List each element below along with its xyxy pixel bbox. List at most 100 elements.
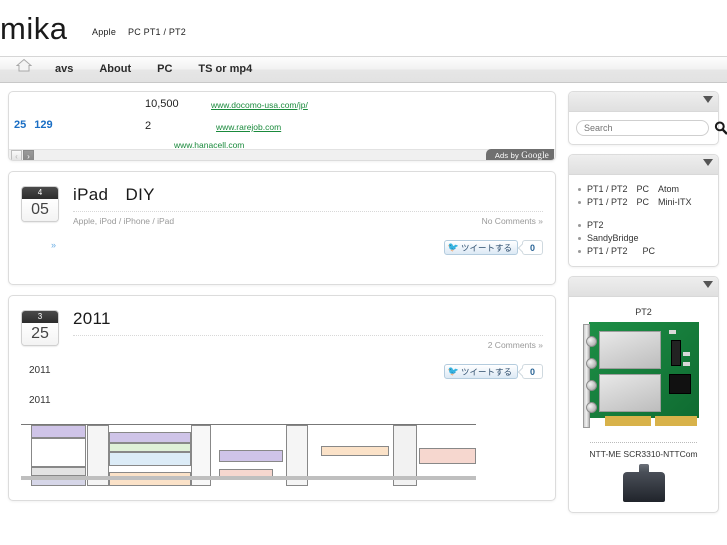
ad-prev-button[interactable]: ‹ xyxy=(11,150,22,160)
main-navigation: avs About PC TS or mp4 xyxy=(0,56,727,83)
list-item[interactable]: PT1 / PT2 PC Atom xyxy=(576,183,711,196)
tweet-widget: 🐦 ツイートする 0 xyxy=(443,364,543,379)
product-name: PT2 xyxy=(635,307,652,317)
ad-price-secondary: 2 xyxy=(145,120,152,132)
post-body: 🐦 ツイートする 0 2011 2011 xyxy=(21,364,543,486)
site-title[interactable]: mika xyxy=(0,12,67,46)
list-item-label: PC xyxy=(636,184,650,194)
post-heading-block: 2011 2 Comments » xyxy=(73,308,543,350)
reader-body xyxy=(622,472,665,502)
google-wordmark: Google xyxy=(521,150,549,160)
pci-gold-fingers xyxy=(604,416,651,426)
post-categories[interactable]: Apple, iPod / iPhone / iPad xyxy=(73,216,174,226)
ad-number-2: 129 xyxy=(34,119,53,131)
ad-pager: ‹ › xyxy=(11,150,34,160)
list-item-label: Atom xyxy=(658,184,680,194)
tweet-count[interactable]: 0 xyxy=(521,364,543,379)
sidebar: PT1 / PT2PCAtom PT1 / PT2PCMini-ITX PT2 … xyxy=(568,91,727,522)
coax-connector xyxy=(585,402,597,413)
widget-header[interactable] xyxy=(569,155,718,175)
list-item-label: PT1 / PT2 xyxy=(587,184,628,194)
site-tagline: Apple PC PT1 / PT2 xyxy=(92,27,198,37)
list-item-label: SandyBridge xyxy=(587,233,639,243)
list-spacer xyxy=(576,209,711,219)
fpga-chip xyxy=(668,374,691,394)
post-title[interactable]: iPad DIY xyxy=(73,184,543,212)
chevron-down-icon[interactable] xyxy=(703,281,713,288)
main-content: 10,500 2 25 129 www.docomo-usa.com/jp/ ww… xyxy=(8,91,556,522)
ads-by-text: Ads by xyxy=(494,151,519,160)
tweet-count[interactable]: 0 xyxy=(521,240,543,255)
memory-chip xyxy=(670,340,681,366)
post-heading-block: iPad DIY Apple, iPod / iPhone / iPad No … xyxy=(73,184,543,226)
tuner-shield xyxy=(598,374,661,412)
post-article: 4 05 iPad DIY Apple, iPod / iPhone / iPa… xyxy=(8,171,556,285)
post-date-badge: 4 05 xyxy=(21,186,59,222)
product-name: NTT-ME SCR3310-NTTCom xyxy=(589,449,698,459)
widget-header[interactable] xyxy=(569,92,718,112)
spreadsheet-thumbnail-image[interactable] xyxy=(21,424,476,486)
tagline-segment-1: Apple xyxy=(92,27,117,37)
post-date-day: 25 xyxy=(22,323,58,345)
pci-tuner-card-image[interactable] xyxy=(582,322,705,434)
post-date-day: 05 xyxy=(22,199,58,221)
coax-connector xyxy=(585,358,597,369)
post-date-badge: 3 25 xyxy=(21,310,59,346)
list-item-label: PC xyxy=(636,197,650,207)
post-paragraph: 2011 xyxy=(29,395,51,406)
product-item[interactable]: NTT-ME SCR3310-NTTCom xyxy=(576,449,711,504)
post-meta: 2 Comments » xyxy=(73,336,543,350)
tweet-button[interactable]: 🐦 ツイートする xyxy=(443,240,518,255)
search-input[interactable] xyxy=(576,120,709,136)
nav-item-avs[interactable]: avs xyxy=(42,57,86,82)
list-item[interactable]: PT2 xyxy=(576,219,711,232)
list-item[interactable]: PT1 / PT2 PC xyxy=(576,245,711,258)
post-comments-link[interactable]: 2 Comments » xyxy=(488,340,543,350)
card-reader-image[interactable] xyxy=(589,464,699,504)
widget-header[interactable] xyxy=(569,277,718,297)
post-body: 🐦 ツイートする 0 » xyxy=(21,240,543,270)
search-row xyxy=(576,120,727,136)
nav-item-pc[interactable]: PC xyxy=(144,57,185,82)
list-item[interactable]: SandyBridge xyxy=(576,232,711,245)
tuner-shield xyxy=(598,331,661,369)
twitter-bird-icon: 🐦 xyxy=(447,242,459,252)
ad-next-button[interactable]: › xyxy=(23,150,34,160)
twitter-bird-icon: 🐦 xyxy=(447,366,459,376)
chevron-down-icon[interactable] xyxy=(703,96,713,103)
list-item[interactable]: PT1 / PT2 PC Mini-ITX xyxy=(576,196,711,209)
coax-connector xyxy=(585,380,597,391)
post-comments-link[interactable]: No Comments » xyxy=(482,216,543,226)
ads-by-google-badge[interactable]: Ads by Google xyxy=(485,149,554,160)
ad-number-1: 25 xyxy=(14,119,27,131)
widget-body xyxy=(569,112,727,144)
sidebar-link-list: PT1 / PT2 PC Atom PT1 / PT2 PC Mini-ITX PT2 … xyxy=(576,183,711,258)
site-header: mika Apple PC PT1 / PT2 xyxy=(0,0,727,56)
tweet-button-label: ツイートする xyxy=(460,242,512,253)
chevron-down-icon[interactable] xyxy=(703,159,713,166)
nav-item-ts-or-mp4[interactable]: TS or mp4 xyxy=(185,57,265,82)
tweet-button[interactable]: 🐦 ツイートする xyxy=(443,364,518,379)
search-icon[interactable] xyxy=(714,121,727,135)
post-title[interactable]: 2011 xyxy=(73,308,543,336)
ad-link-docomo[interactable]: www.docomo-usa.com/jp/ xyxy=(211,100,308,110)
post-article: 3 25 2011 2 Comments » 🐦 ツイートする 0 2011 2… xyxy=(8,295,556,501)
post-header: 4 05 iPad DIY Apple, iPod / iPhone / iPa… xyxy=(21,184,543,226)
nav-item-home[interactable] xyxy=(8,57,42,82)
sidebar-widget-search xyxy=(568,91,727,145)
tweet-button-label: ツイートする xyxy=(460,366,512,377)
post-date-month: 4 xyxy=(22,187,58,199)
post-header: 3 25 2011 2 Comments » xyxy=(21,308,543,350)
product-divider xyxy=(590,442,697,443)
ad-numbers: 25 129 xyxy=(14,119,61,131)
widget-body: PT2 NTT-ME SCR3310-NTTCom xyxy=(569,297,718,512)
smd-component xyxy=(682,352,690,356)
nav-item-about[interactable]: About xyxy=(86,57,144,82)
list-item-label: PC xyxy=(642,246,656,256)
widget-body: PT1 / PT2 PC Atom PT1 / PT2 PC Mini-ITX PT2 … xyxy=(569,175,718,266)
ad-link-rarejob[interactable]: www.rarejob.com xyxy=(216,122,281,132)
product-item[interactable]: PT2 xyxy=(576,307,711,434)
advertisement-block: 10,500 2 25 129 www.docomo-usa.com/jp/ ww… xyxy=(8,91,556,161)
ad-footer-bar xyxy=(9,149,555,160)
sidebar-widget-links: PT1 / PT2 PC Atom PT1 / PT2 PC Mini-ITX PT2 … xyxy=(568,154,719,267)
